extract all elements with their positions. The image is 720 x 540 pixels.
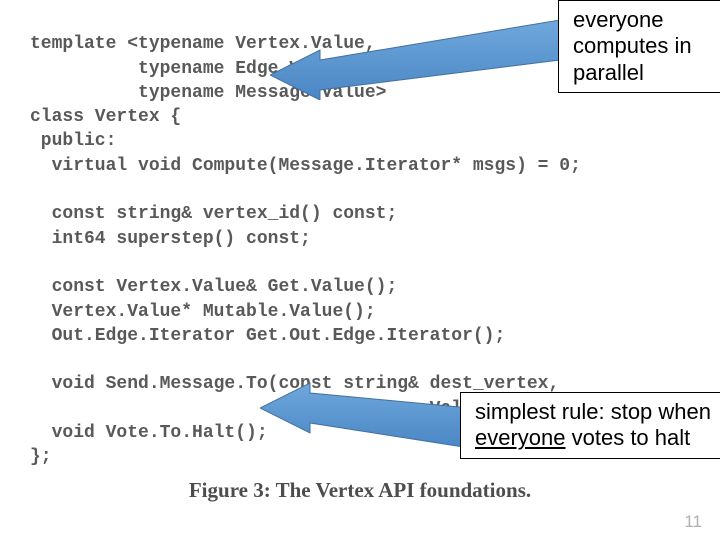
arrow-top-icon	[270, 10, 560, 100]
code-line: const string& vertex_id() const;	[30, 204, 397, 224]
code-line: class Vertex {	[30, 107, 181, 127]
code-line: void Vote.To.Halt();	[30, 423, 268, 443]
callout-text-suffix: votes to halt	[566, 425, 691, 450]
code-line: int64 superstep() const;	[30, 229, 311, 249]
callout-halt-rule: simplest rule: stop when everyone votes …	[460, 392, 720, 459]
code-line: const Vertex.Value& Get.Value();	[30, 277, 397, 297]
code-line: virtual void Compute(Message.Iterator* m…	[30, 156, 581, 176]
code-line: public:	[30, 131, 116, 151]
callout-parallel: everyone computes in parallel	[558, 0, 720, 93]
code-line: };	[30, 447, 52, 467]
code-line: Out.Edge.Iterator Get.Out.Edge.Iterator(…	[30, 326, 505, 346]
callout-text-prefix: simplest rule: stop when	[475, 399, 711, 424]
code-line: Vertex.Value* Mutable.Value();	[30, 302, 376, 322]
callout-text: everyone computes in parallel	[573, 7, 692, 85]
page-number: 11	[684, 512, 702, 532]
callout-text-emph: everyone	[475, 425, 566, 450]
figure-caption: Figure 3: The Vertex API foundations.	[0, 478, 720, 503]
arrow-bottom-icon	[260, 368, 470, 448]
